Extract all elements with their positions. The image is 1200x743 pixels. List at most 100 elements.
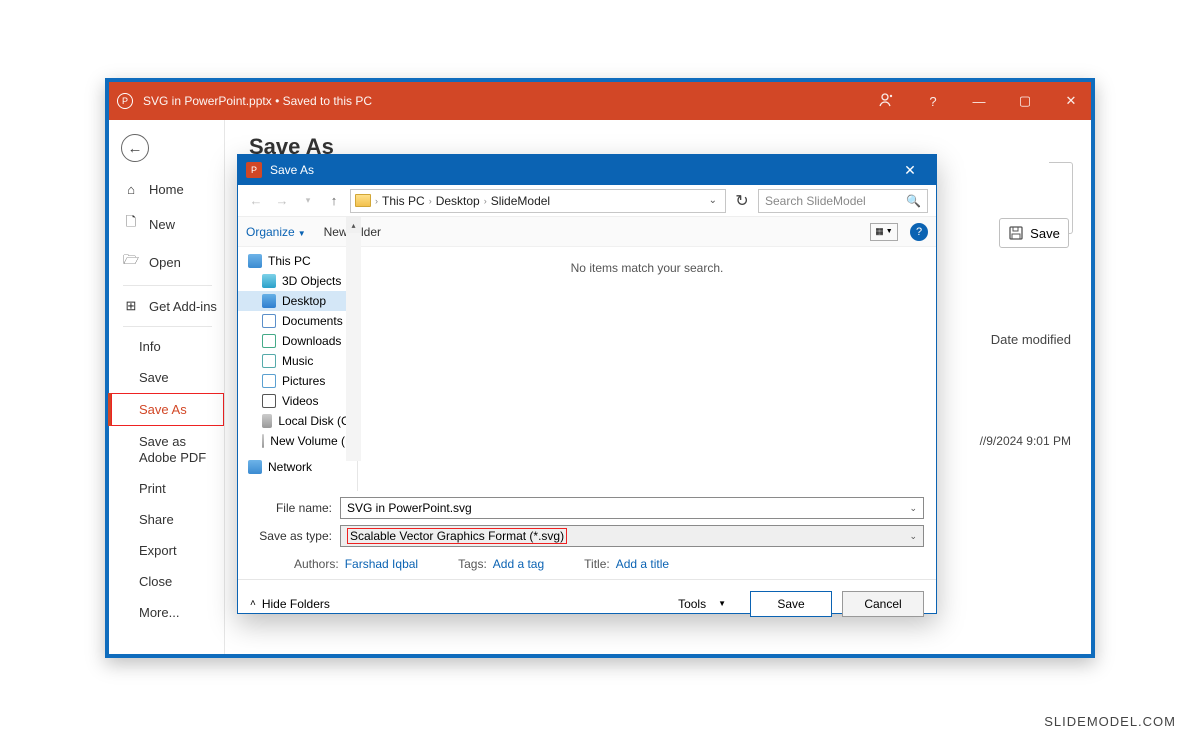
disk-icon	[262, 414, 272, 428]
sidebar-item-home[interactable]: ⌂Home	[109, 174, 224, 205]
dialog-form: File name: SVG in PowerPoint.svg⌄ Save a…	[238, 491, 936, 579]
title-meta-value[interactable]: Add a title	[616, 557, 669, 571]
tree-item-3dobjects[interactable]: 3D Objects	[238, 271, 357, 291]
sidebar-item-save-adobe[interactable]: Save as Adobe PDF	[109, 426, 224, 473]
dialog-cancel-button[interactable]: Cancel	[842, 591, 924, 617]
dialog-close-button[interactable]: ✕	[892, 162, 928, 179]
title-meta-label: Title:	[584, 557, 610, 571]
sidebar-item-new[interactable]: 🗋New	[109, 205, 224, 243]
crumb-slidemodel[interactable]: SlideModel	[491, 194, 550, 208]
back-button[interactable]: ←	[121, 134, 149, 162]
address-dropdown[interactable]: ⌄	[705, 195, 721, 206]
help-icon[interactable]: ?	[921, 94, 945, 109]
watermark: SLIDEMODEL.COM	[1044, 714, 1176, 729]
tree-item-videos[interactable]: Videos	[238, 391, 357, 411]
app-icon: P	[117, 93, 133, 109]
nav-back-button[interactable]: ←	[246, 191, 266, 211]
maximize-button[interactable]: ▢	[1013, 93, 1037, 109]
music-icon	[262, 354, 276, 368]
close-app-button[interactable]: ✕	[1059, 93, 1083, 109]
sidebar-item-save-as[interactable]: Save As	[111, 393, 224, 426]
chevron-down-icon: ▼	[718, 599, 726, 608]
powerpoint-icon: P	[246, 162, 262, 178]
sidebar-item-save[interactable]: Save	[109, 362, 224, 393]
cube-icon	[262, 274, 276, 288]
dialog-toolbar: Organize▼ New folder ▦ ▼ ?	[238, 217, 936, 247]
file-name-label: File name:	[250, 501, 340, 515]
address-bar[interactable]: › This PC › Desktop › SlideModel ⌄	[350, 189, 726, 213]
save-type-select[interactable]: Scalable Vector Graphics Format (*.svg)⌄	[340, 525, 924, 547]
sidebar-item-export[interactable]: Export	[109, 535, 224, 566]
tags-value[interactable]: Add a tag	[493, 557, 544, 571]
open-icon: 🗁	[123, 251, 139, 273]
chevron-down-icon: ▼	[298, 229, 306, 238]
crumb-thispc[interactable]: This PC	[382, 194, 425, 208]
dialog-footer: ˄Hide Folders Tools▼ Save Cancel	[238, 579, 936, 627]
sidebar-item-info[interactable]: Info	[109, 331, 224, 362]
tree-item-network[interactable]: Network	[238, 457, 357, 477]
dialog-content: This PC 3D Objects Desktop Documents Dow…	[238, 247, 936, 491]
chevron-down-icon[interactable]: ⌄	[909, 531, 917, 542]
pictures-icon	[262, 374, 276, 388]
file-name-input[interactable]: SVG in PowerPoint.svg⌄	[340, 497, 924, 519]
scroll-up-icon[interactable]: ▴	[346, 217, 361, 233]
chevron-down-icon[interactable]: ⌄	[909, 503, 917, 514]
documents-icon	[262, 314, 276, 328]
tools-menu[interactable]: Tools▼	[678, 597, 726, 611]
sidebar-item-close[interactable]: Close	[109, 566, 224, 597]
tags-label: Tags:	[458, 557, 487, 571]
sidebar-item-print[interactable]: Print	[109, 473, 224, 504]
new-icon: 🗋	[123, 213, 139, 235]
hide-folders-button[interactable]: ˄Hide Folders	[250, 597, 330, 611]
save-button-backstage[interactable]: Save	[999, 218, 1069, 248]
dialog-save-button[interactable]: Save	[750, 591, 832, 617]
pc-icon	[248, 254, 262, 268]
app-window: P SVG in PowerPoint.pptx • Saved to this…	[105, 78, 1095, 658]
file-list-area: No items match your search.	[358, 247, 936, 491]
search-placeholder: Search SlideModel	[765, 194, 866, 208]
folder-tree: This PC 3D Objects Desktop Documents Dow…	[238, 247, 358, 491]
authors-label: Authors:	[294, 557, 339, 571]
tree-item-newvolume[interactable]: New Volume (D:	[238, 431, 357, 451]
desktop-icon	[262, 294, 276, 308]
sidebar-item-share[interactable]: Share	[109, 504, 224, 535]
minimize-button[interactable]: —	[967, 94, 991, 109]
backstage-sidebar: ← ⌂Home 🗋New 🗁Open ⊞Get Add-ins Info Sav…	[109, 120, 225, 654]
folder-icon	[355, 194, 371, 207]
search-input[interactable]: Search SlideModel 🔍	[758, 189, 928, 213]
home-icon: ⌂	[123, 182, 139, 197]
tree-item-desktop[interactable]: Desktop	[238, 291, 357, 311]
downloads-icon	[262, 334, 276, 348]
tree-item-thispc[interactable]: This PC	[238, 251, 357, 271]
save-as-dialog: P Save As ✕ ← → ▾ ↑ › This PC › Desktop …	[237, 154, 937, 614]
tree-item-documents[interactable]: Documents	[238, 311, 357, 331]
account-icon[interactable]	[875, 92, 899, 111]
dialog-help-button[interactable]: ?	[910, 223, 928, 241]
refresh-button[interactable]: ↻	[732, 191, 752, 211]
app-title: SVG in PowerPoint.pptx • Saved to this P…	[143, 94, 372, 108]
tree-item-pictures[interactable]: Pictures	[238, 371, 357, 391]
nav-up-button[interactable]: ↑	[324, 191, 344, 211]
tree-item-music[interactable]: Music	[238, 351, 357, 371]
no-items-text: No items match your search.	[571, 261, 724, 275]
authors-value[interactable]: Farshad Iqbal	[345, 557, 418, 571]
nav-forward-button[interactable]: →	[272, 191, 292, 211]
app-titlebar: P SVG in PowerPoint.pptx • Saved to this…	[109, 82, 1091, 120]
save-type-label: Save as type:	[250, 529, 340, 543]
dialog-title: Save As	[270, 163, 314, 177]
tree-item-localdisk[interactable]: Local Disk (C:)	[238, 411, 357, 431]
nav-recent-button[interactable]: ▾	[298, 191, 318, 211]
videos-icon	[262, 394, 276, 408]
tree-scrollbar[interactable]: ▴	[346, 217, 361, 461]
view-options-button[interactable]: ▦ ▼	[870, 223, 898, 241]
organize-menu[interactable]: Organize▼	[246, 225, 306, 239]
sidebar-item-addins[interactable]: ⊞Get Add-ins	[109, 290, 224, 322]
sidebar-item-open[interactable]: 🗁Open	[109, 243, 224, 281]
save-icon	[1008, 225, 1024, 241]
crumb-desktop[interactable]: Desktop	[436, 194, 480, 208]
tree-item-downloads[interactable]: Downloads	[238, 331, 357, 351]
search-icon: 🔍	[906, 194, 921, 208]
dialog-nav-row: ← → ▾ ↑ › This PC › Desktop › SlideModel…	[238, 185, 936, 217]
sidebar-item-more[interactable]: More...	[109, 597, 224, 628]
date-modified-value: //9/2024 9:01 PM	[980, 434, 1071, 448]
